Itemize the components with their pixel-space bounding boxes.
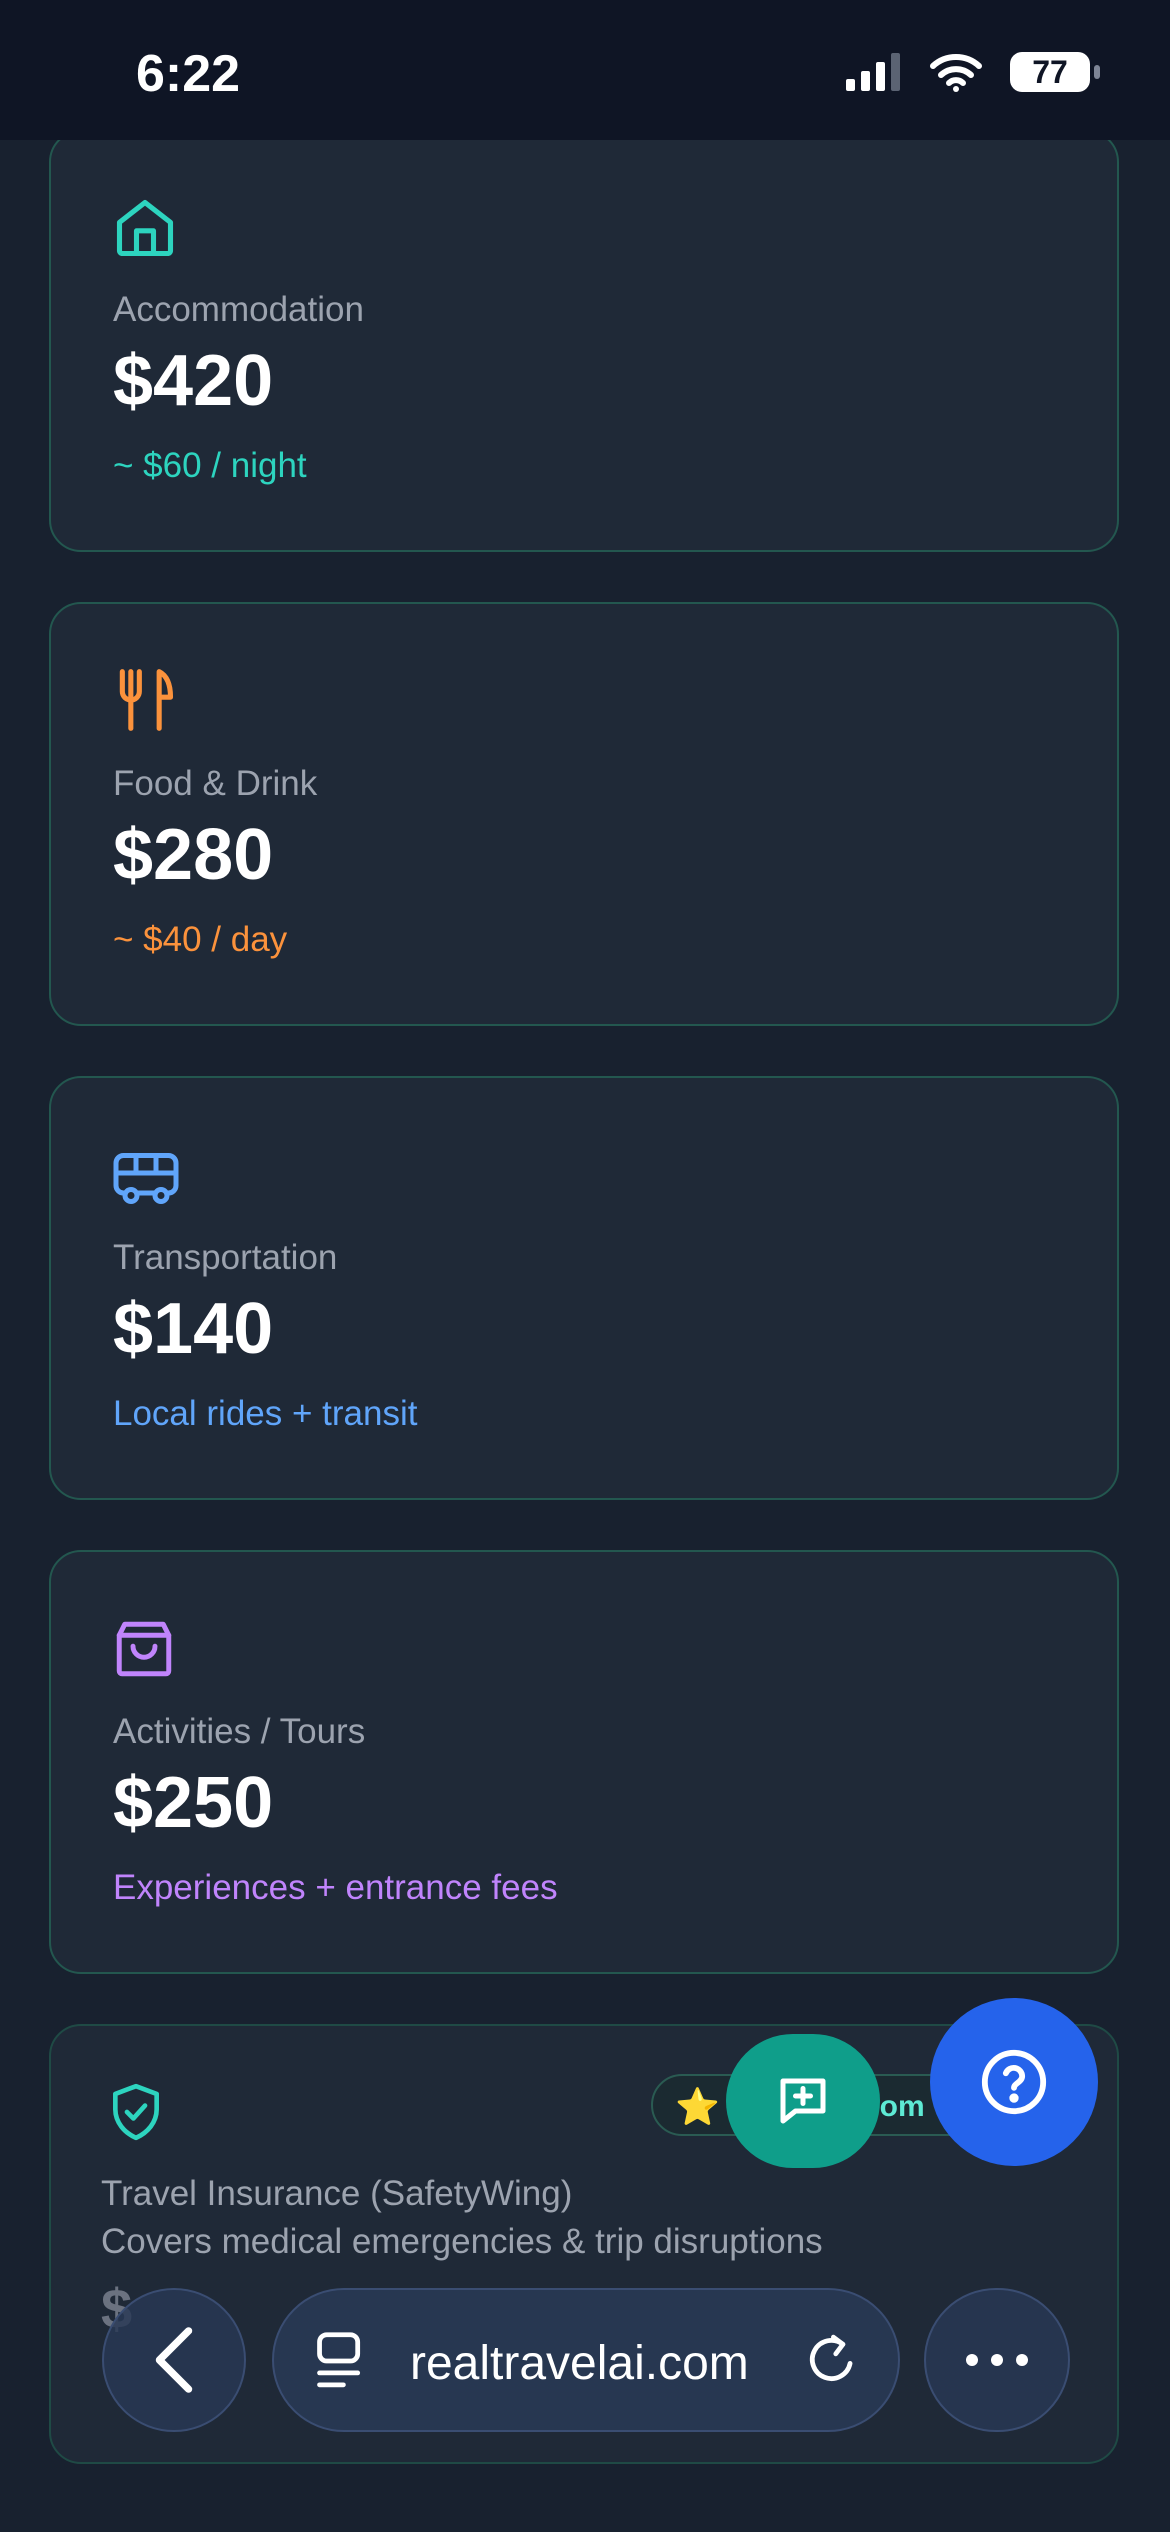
card-label: Activities / Tours bbox=[113, 1712, 366, 1751]
help-circle-icon bbox=[981, 2049, 1047, 2115]
shield-check-icon bbox=[113, 2083, 159, 2141]
message-plus-icon bbox=[780, 2078, 826, 2124]
card-amount: $280 bbox=[113, 815, 274, 895]
shopping-bag-icon bbox=[116, 1621, 172, 1677]
card-amount: $140 bbox=[113, 1289, 274, 1369]
fork-knife-icon bbox=[119, 669, 174, 731]
battery-indicator: 77 bbox=[1010, 52, 1100, 92]
transportation-card: Transportation $140 Local rides + transi… bbox=[49, 1076, 1119, 1500]
card-note: ~ $40 / day bbox=[113, 920, 288, 959]
card-note: ~ $60 / night bbox=[113, 446, 307, 485]
card-label: Transportation bbox=[113, 1238, 338, 1277]
browser-toolbar: realtravelai.com bbox=[0, 2280, 1170, 2432]
help-button[interactable] bbox=[930, 1998, 1098, 2166]
reload-icon[interactable] bbox=[802, 2330, 860, 2392]
url-text: realtravelai.com bbox=[410, 2337, 749, 2390]
wifi-icon bbox=[930, 54, 982, 92]
activities-tours-card: Activities / Tours $250 Experiences + en… bbox=[49, 1550, 1119, 1974]
chevron-left-icon bbox=[155, 2327, 193, 2393]
card-label: Accommodation bbox=[113, 290, 364, 329]
status-icons: 77 bbox=[846, 52, 1100, 92]
accommodation-card: Accommodation $420 ~ $60 / night bbox=[49, 130, 1119, 552]
card-note: Local rides + transit bbox=[113, 1394, 418, 1433]
address-bar[interactable]: realtravelai.com bbox=[272, 2288, 900, 2432]
card-amount: $250 bbox=[113, 1763, 274, 1843]
battery-level: 77 bbox=[1032, 53, 1068, 90]
insurance-title: Travel Insurance (SafetyWing) bbox=[101, 2174, 573, 2213]
card-note: Experiences + entrance fees bbox=[113, 1868, 558, 1907]
status-time: 6:22 bbox=[136, 45, 241, 103]
bus-icon bbox=[113, 1153, 179, 1205]
status-bar: 6:22 77 bbox=[0, 0, 1170, 140]
food-drink-card: Food & Drink $280 ~ $40 / day bbox=[49, 602, 1119, 1026]
more-horizontal-icon bbox=[966, 2354, 1028, 2366]
cellular-signal-icon bbox=[846, 53, 900, 91]
page-menu-icon bbox=[317, 2332, 361, 2388]
more-options-button[interactable] bbox=[924, 2288, 1070, 2432]
star-icon: ⭐ bbox=[675, 2086, 720, 2127]
house-icon bbox=[116, 199, 174, 257]
back-button[interactable] bbox=[102, 2288, 246, 2432]
new-chat-button[interactable] bbox=[726, 2034, 880, 2168]
card-amount: $420 bbox=[113, 341, 274, 421]
card-label: Food & Drink bbox=[113, 764, 318, 803]
insurance-subtitle: Covers medical emergencies & trip disrup… bbox=[101, 2222, 823, 2261]
